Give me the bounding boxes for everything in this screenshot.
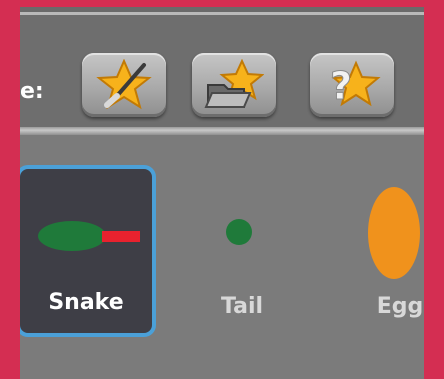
sprite-panel: Snake Tail Egg <box>20 135 424 379</box>
sprite-name: Snake <box>48 290 124 315</box>
app-window: e: ? Snake Tail Egg <box>20 0 424 379</box>
egg-sprite-icon <box>368 187 420 279</box>
star-paintbrush-icon <box>96 59 152 110</box>
snake-sprite-icon <box>38 221 140 251</box>
open-button[interactable] <box>192 53 276 117</box>
toolbar-divider <box>20 127 424 135</box>
sprite-tile-snake[interactable]: Snake <box>20 165 156 337</box>
toolbar: e: ? <box>20 12 424 135</box>
star-question-icon: ? <box>330 60 381 109</box>
toolbar-label: e: <box>20 79 44 104</box>
sprite-tile-egg[interactable]: Egg <box>330 165 424 337</box>
sprite-tile-tail[interactable]: Tail <box>172 165 312 337</box>
tail-sprite-icon <box>226 219 252 245</box>
star-folder-icon <box>204 59 264 108</box>
help-button[interactable]: ? <box>310 53 394 117</box>
sprite-name: Egg <box>376 294 424 319</box>
top-strip <box>20 0 424 12</box>
svg-text:?: ? <box>330 64 352 108</box>
sprite-name: Tail <box>220 294 264 319</box>
edit-button[interactable] <box>82 53 166 117</box>
